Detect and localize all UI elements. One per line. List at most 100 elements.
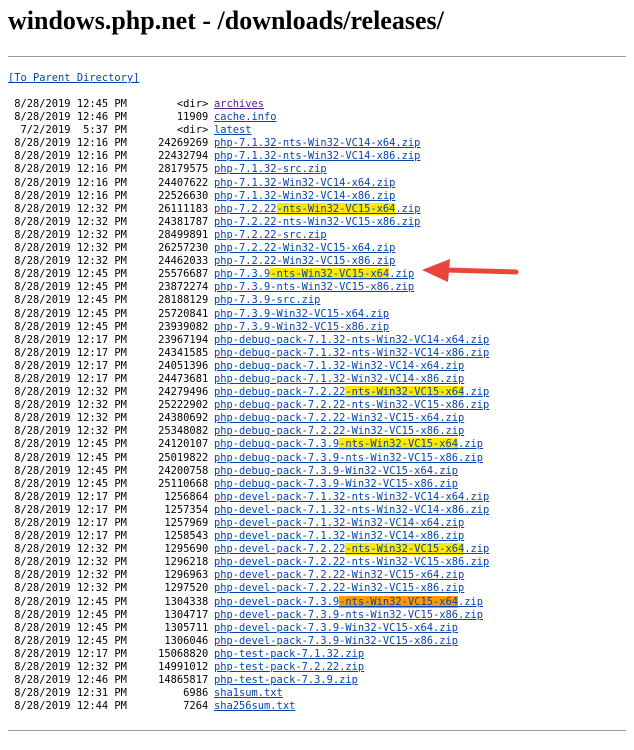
file-date: 8/28/2019 <box>8 268 71 281</box>
file-row: 8/28/2019 12:31 PM 6986 sha1sum.txt <box>8 687 489 700</box>
file-link[interactable]: latest <box>214 124 252 136</box>
file-link[interactable]: php-debug-pack-7.3.9-nts-Win32-VC15-x86.… <box>214 452 483 464</box>
file-link[interactable]: php-debug-pack-7.2.22-nts-Win32-VC15-x64… <box>214 386 489 399</box>
file-size: 24381787 <box>126 215 215 228</box>
file-link[interactable]: php-debug-pack-7.3.9-Win32-VC15-x86.zip <box>214 478 458 490</box>
file-link[interactable]: php-debug-pack-7.1.32-nts-Win32-VC14-x64… <box>214 334 489 346</box>
file-size: 23939082 <box>126 320 215 333</box>
file-link[interactable]: sha256sum.txt <box>214 700 295 712</box>
file-link[interactable]: php-devel-pack-7.3.9-nts-Win32-VC15-x86.… <box>214 609 483 621</box>
top-divider <box>8 56 626 57</box>
file-date: 8/28/2019 <box>8 176 71 189</box>
file-meta: 7/2/2019 5:37 PM <dir> <box>8 124 214 137</box>
file-time: 12:45 PM <box>70 268 127 281</box>
file-date: 8/28/2019 <box>8 556 71 569</box>
file-link[interactable]: php-7.2.22-Win32-VC15-x86.zip <box>214 255 395 267</box>
file-meta: 8/28/2019 12:17 PM 24341585 <box>8 347 214 360</box>
red-arrow-annotation <box>422 259 519 282</box>
file-link[interactable]: php-7.2.22-nts-Win32-VC15-x86.zip <box>214 216 420 228</box>
file-meta: 8/28/2019 12:17 PM 1257969 <box>8 517 214 530</box>
file-link[interactable]: php-debug-pack-7.1.32-nts-Win32-VC14-x86… <box>214 347 489 359</box>
file-link[interactable]: php-7.3.9-nts-Win32-VC15-x64.zip <box>214 268 414 281</box>
file-link[interactable]: php-devel-pack-7.3.9-Win32-VC15-x64.zip <box>214 622 458 634</box>
file-date: 8/28/2019 <box>8 372 71 385</box>
file-time: 12:45 PM <box>70 477 127 490</box>
file-link[interactable]: php-devel-pack-7.1.32-nts-Win32-VC14-x64… <box>214 491 489 503</box>
file-meta: 8/28/2019 12:16 PM 22526630 <box>8 190 214 203</box>
file-link[interactable]: php-devel-pack-7.2.22-Win32-VC15-x64.zip <box>214 569 464 581</box>
file-link[interactable]: php-devel-pack-7.1.32-Win32-VC14-x86.zip <box>214 530 464 542</box>
file-link[interactable]: php-7.3.9-nts-Win32-VC15-x86.zip <box>214 281 414 293</box>
file-link[interactable]: php-debug-pack-7.1.32-Win32-VC14-x86.zip <box>214 373 464 385</box>
file-link[interactable]: php-debug-pack-7.1.32-Win32-VC14-x64.zip <box>214 360 464 372</box>
file-row: 8/28/2019 12:32 PM 26111183 php-7.2.22-n… <box>8 202 489 216</box>
file-date: 8/28/2019 <box>8 517 71 529</box>
file-time: 12:45 PM <box>70 294 127 307</box>
file-link[interactable]: php-7.3.9-Win32-VC15-x86.zip <box>214 321 389 333</box>
file-link[interactable]: php-devel-pack-7.3.9-Win32-VC15-x86.zip <box>214 635 458 647</box>
file-link[interactable]: php-debug-pack-7.3.9-Win32-VC15-x64.zip <box>214 465 458 477</box>
file-row: 7/2/2019 5:37 PM <dir> latest <box>8 124 489 137</box>
bottom-divider <box>8 730 626 731</box>
file-link[interactable]: archives <box>214 98 264 110</box>
parent-directory-link[interactable]: [To Parent Directory] <box>8 72 139 85</box>
file-date: 8/28/2019 <box>8 281 71 294</box>
file-size: 14991012 <box>126 661 215 674</box>
file-meta: 8/28/2019 12:32 PM 14991012 <box>8 661 214 674</box>
file-row: 8/28/2019 12:45 PM 25019822 php-debug-pa… <box>8 452 489 465</box>
file-time: 12:32 PM <box>70 228 127 241</box>
file-link[interactable]: cache.info <box>214 111 277 123</box>
file-link[interactable]: php-devel-pack-7.1.32-nts-Win32-VC14-x86… <box>214 504 489 516</box>
file-size: <dir> <box>126 98 215 110</box>
file-row: 8/28/2019 12:17 PM 1257354 php-devel-pac… <box>8 504 489 517</box>
file-link[interactable]: php-debug-pack-7.2.22-Win32-VC15-x64.zip <box>214 412 464 424</box>
file-time: 12:32 PM <box>70 425 127 438</box>
file-time: 12:17 PM <box>70 647 127 660</box>
file-link[interactable]: php-test-pack-7.1.32.zip <box>214 648 364 660</box>
file-link[interactable]: php-devel-pack-7.2.22-nts-Win32-VC15-x64… <box>214 543 489 556</box>
file-link[interactable]: php-7.1.32-src.zip <box>214 163 327 175</box>
file-link[interactable]: php-devel-pack-7.3.9-nts-Win32-VC15-x64.… <box>214 595 483 608</box>
file-link[interactable]: php-7.3.9-src.zip <box>214 294 320 306</box>
file-date: 8/28/2019 <box>8 438 71 451</box>
file-link[interactable]: php-7.2.22-Win32-VC15-x64.zip <box>214 242 395 254</box>
file-time: 12:17 PM <box>70 359 127 372</box>
file-link[interactable]: php-7.1.32-nts-Win32-VC14-x86.zip <box>214 150 420 162</box>
file-size: 1306046 <box>126 634 215 647</box>
file-link[interactable]: php-debug-pack-7.3.9-nts-Win32-VC15-x64.… <box>214 438 483 451</box>
file-date: 8/28/2019 <box>8 621 71 634</box>
file-time: 12:16 PM <box>70 189 127 202</box>
file-row: 8/28/2019 12:17 PM 24341585 php-debug-pa… <box>8 347 489 360</box>
file-meta: 8/28/2019 12:45 PM 25576687 <box>8 268 214 281</box>
file-link[interactable]: php-7.1.32-Win32-VC14-x86.zip <box>214 190 395 202</box>
file-row: 8/28/2019 12:32 PM 14991012 php-test-pac… <box>8 661 489 674</box>
file-date: 8/28/2019 <box>8 111 71 124</box>
file-link[interactable]: php-7.3.9-Win32-VC15-x64.zip <box>214 308 389 320</box>
file-date: 8/28/2019 <box>8 451 71 464</box>
file-time: 12:16 PM <box>70 137 127 150</box>
file-link[interactable]: php-test-pack-7.3.9.zip <box>214 674 358 686</box>
file-link[interactable]: php-devel-pack-7.2.22-Win32-VC15-x86.zip <box>214 582 464 594</box>
file-link[interactable]: php-7.1.32-Win32-VC14-x64.zip <box>214 177 395 189</box>
file-link[interactable]: sha1sum.txt <box>214 687 283 699</box>
file-time: 12:31 PM <box>70 687 127 700</box>
file-link[interactable]: php-test-pack-7.2.22.zip <box>214 661 364 673</box>
file-time: 12:45 PM <box>70 451 127 464</box>
file-date: 8/28/2019 <box>8 333 71 346</box>
file-size: 28179575 <box>126 163 215 176</box>
file-date: 8/28/2019 <box>8 647 71 660</box>
file-link[interactable]: php-7.2.22-src.zip <box>214 229 327 241</box>
file-size: 25720841 <box>126 307 215 320</box>
file-link[interactable]: php-7.2.22-nts-Win32-VC15-x64.zip <box>214 202 420 215</box>
file-link[interactable]: php-debug-pack-7.2.22-nts-Win32-VC15-x86… <box>214 399 489 411</box>
file-link[interactable]: php-devel-pack-7.1.32-Win32-VC14-x64.zip <box>214 517 464 529</box>
file-link[interactable]: php-7.1.32-nts-Win32-VC14-x64.zip <box>214 137 420 149</box>
file-row: 8/28/2019 12:32 PM 24381787 php-7.2.22-n… <box>8 216 489 229</box>
file-link[interactable]: php-devel-pack-7.2.22-nts-Win32-VC15-x86… <box>214 556 489 568</box>
file-size: 1296218 <box>126 556 215 569</box>
file-meta: 8/28/2019 12:32 PM 1297520 <box>8 582 214 595</box>
file-meta: 8/28/2019 12:45 PM 24200758 <box>8 465 214 478</box>
file-row: 8/28/2019 12:44 PM 7264 sha256sum.txt <box>8 700 489 713</box>
file-link[interactable]: php-debug-pack-7.2.22-Win32-VC15-x86.zip <box>214 425 464 437</box>
file-size: 23967194 <box>126 333 215 346</box>
